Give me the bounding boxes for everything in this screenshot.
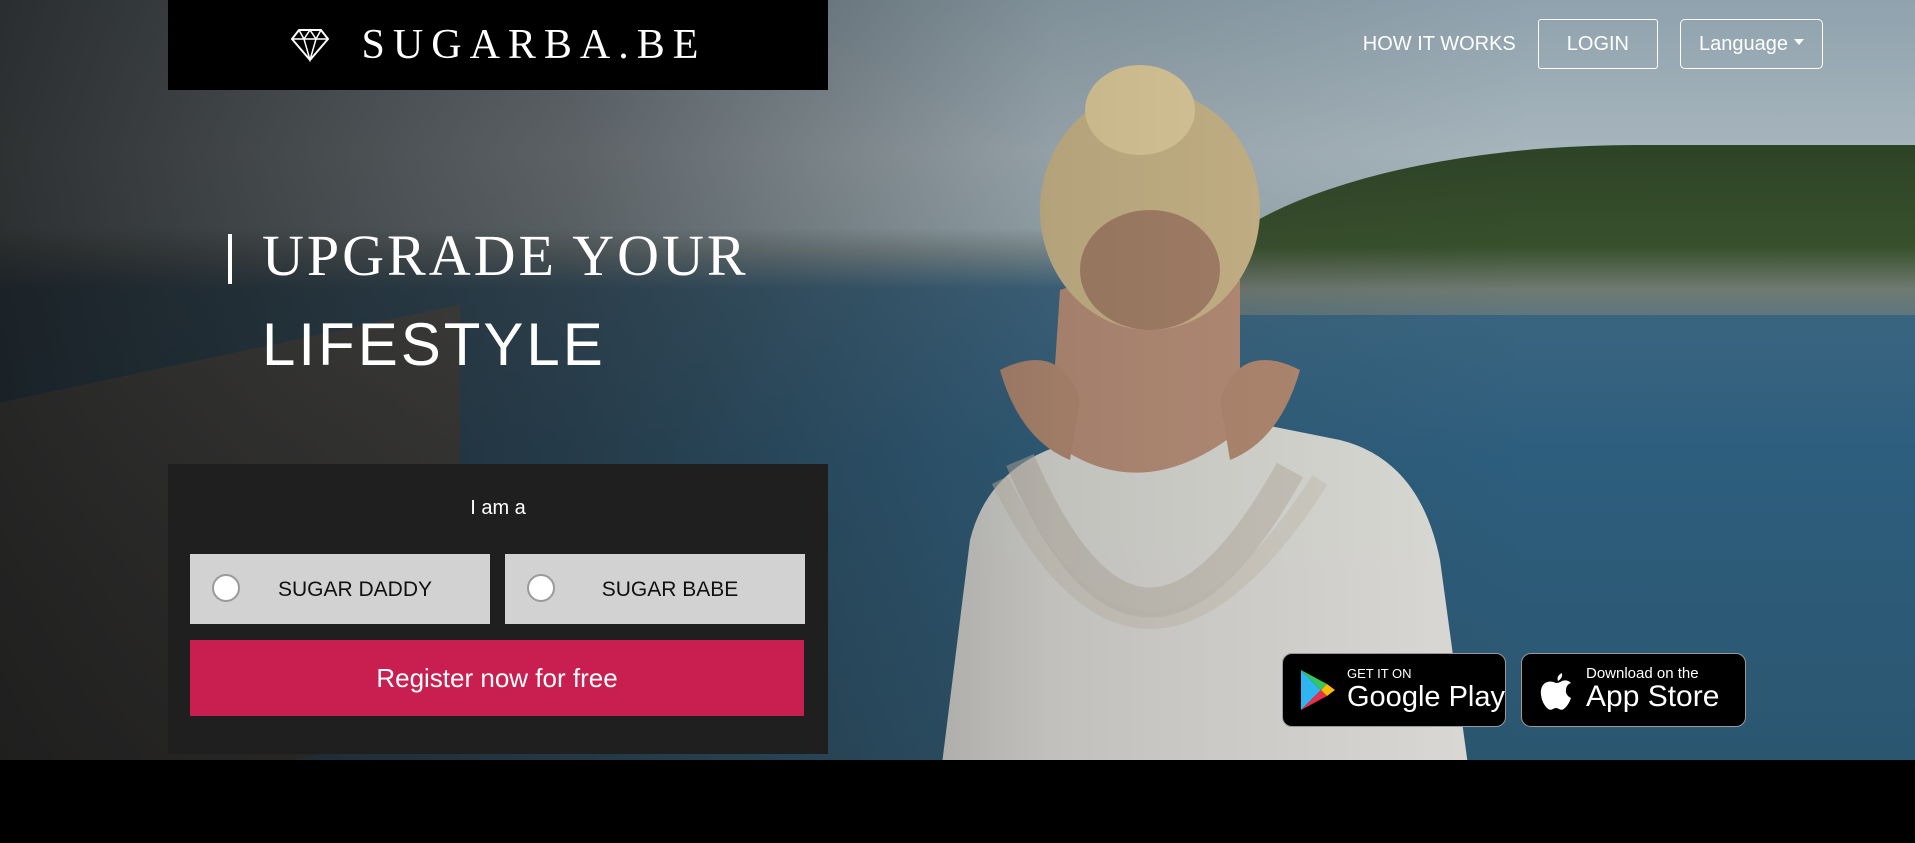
sugar-babe-label: SUGAR BABE	[601, 578, 739, 601]
caret-down-icon	[1794, 39, 1804, 45]
language-label: Language	[1699, 32, 1788, 55]
register-button[interactable]: Register now for free	[190, 640, 804, 716]
app-store-badge[interactable]: Download on the App Store	[1521, 653, 1746, 727]
registration-panel: I am a SUGAR DADDY SUGAR BABE Register n…	[168, 464, 828, 754]
headline-bar	[228, 234, 232, 284]
register-label: Register now for free	[376, 662, 618, 693]
headline-line-1: UPGRADE YOUR	[262, 223, 749, 288]
apple-icon	[1540, 673, 1571, 710]
login-button[interactable]: LOGIN	[1537, 19, 1659, 69]
logo[interactable]: SUGARBA.BE	[168, 0, 828, 90]
role-prompt: I am a	[470, 497, 526, 519]
google-play-badge[interactable]: GET IT ON Google Play	[1282, 653, 1506, 727]
headline-line-2: LIFESTYLE	[262, 311, 606, 378]
sugar-daddy-option[interactable]: SUGAR DADDY	[190, 554, 490, 624]
google-play-big-text: Google Play	[1347, 681, 1505, 713]
sugar-babe-option[interactable]: SUGAR BABE	[505, 554, 805, 624]
app-store-big-text: App Store	[1586, 680, 1720, 713]
google-play-icon	[1301, 670, 1335, 710]
brand-name: SUGARBA.BE	[361, 22, 707, 68]
google-play-small-text: GET IT ON	[1347, 666, 1412, 681]
language-dropdown[interactable]: Language	[1680, 19, 1823, 69]
login-label: LOGIN	[1566, 32, 1630, 55]
app-store-small-text: Download on the	[1586, 665, 1699, 682]
diamond-icon	[290, 28, 329, 62]
how-it-works-link[interactable]: HOW IT WORKS	[1363, 33, 1516, 56]
top-nav: HOW IT WORKS LOGIN Language	[1363, 19, 1823, 69]
sugar-daddy-label: SUGAR DADDY	[277, 578, 433, 601]
